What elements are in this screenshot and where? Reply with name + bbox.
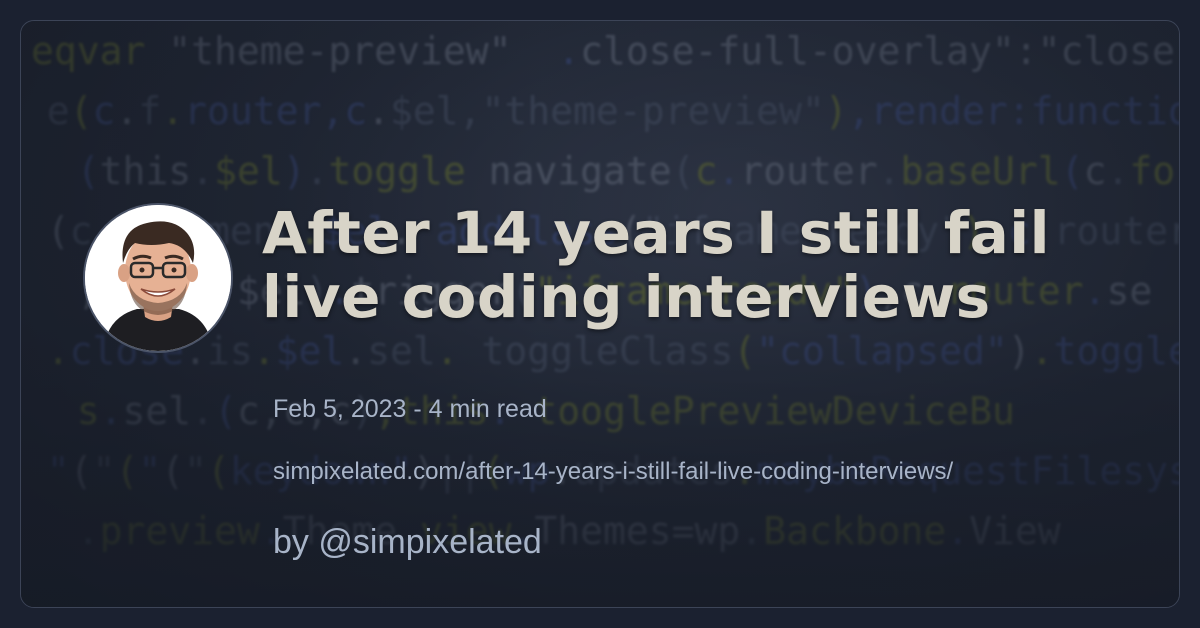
preview-card: eqvar "theme-preview" .close-full-overla… [20,20,1180,608]
post-url[interactable]: simpixelated.com/after-14-years-i-still-… [273,458,953,486]
post-meta: Feb 5, 2023 - 4 min read [273,395,547,423]
post-title-line-2: live coding interviews [262,263,991,331]
author-byline: by @simpixelated [273,523,542,561]
social-preview-page: eqvar "theme-preview" .close-full-overla… [0,0,1200,628]
post-title-line-1: After 14 years I still fail [262,199,1050,267]
author-avatar [83,203,233,353]
post-title: After 14 years I still fail live coding … [262,201,1162,329]
author-avatar-icon [85,205,231,351]
